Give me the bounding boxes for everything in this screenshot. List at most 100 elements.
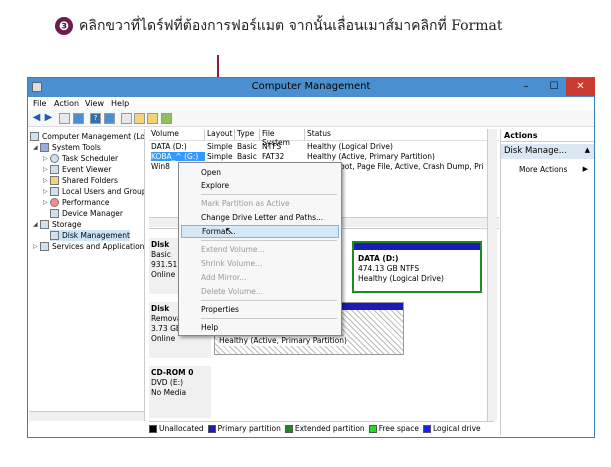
menu-item-explore[interactable]: Explore — [181, 179, 339, 192]
legend-item: Logical drive — [423, 424, 481, 433]
tree-label: Performance — [62, 198, 110, 207]
collapse-icon: ◢ — [33, 144, 38, 151]
tree-item-event-viewer[interactable]: ▷ Event Viewer — [43, 164, 111, 175]
tree-item-services[interactable]: ▷ Services and Applications — [33, 241, 145, 252]
open-icon[interactable] — [147, 113, 158, 124]
menu-item-extend-volume[interactable]: Extend Volume... — [181, 243, 339, 256]
legend-swatch — [423, 424, 431, 433]
tree-item-system-tools[interactable]: ◢ System Tools — [33, 142, 101, 153]
device-manager-icon — [50, 209, 59, 218]
tree-label: Task Scheduler — [62, 154, 119, 163]
legend-item: Extended partition — [284, 424, 365, 433]
storage-icon — [40, 220, 49, 229]
show-tree-icon[interactable] — [73, 113, 84, 124]
expand-icon: ▷ — [43, 166, 48, 173]
legend-label: Extended partition — [294, 424, 365, 433]
volume-status: Healthy (Active, Primary Partition) — [307, 152, 435, 161]
services-icon — [40, 242, 49, 251]
shared-folder-icon — [50, 176, 59, 185]
menu-item-mark-active[interactable]: Mark Partition as Active — [181, 197, 339, 210]
tree-item-performance[interactable]: ▷ Performance — [43, 197, 110, 208]
more-actions-link[interactable]: More Actions ▶ — [501, 162, 594, 177]
up-folder-icon[interactable] — [59, 113, 70, 124]
cdrom-header[interactable]: CD-ROM 0 DVD (E:) No Media — [149, 366, 211, 418]
col-layout[interactable]: Layout — [205, 129, 235, 141]
menu-item-properties[interactable]: Properties — [181, 303, 339, 316]
menu-item-delete-volume[interactable]: Delete Volume... — [181, 285, 339, 298]
help-icon[interactable]: ? — [90, 113, 101, 124]
menu-file[interactable]: File — [33, 99, 46, 108]
volume-type: Basic — [237, 152, 257, 161]
navigation-tree: Computer Management (Local ◢ System Tools… — [29, 129, 145, 421]
menu-bar: File Action View Help — [28, 97, 594, 110]
tree-item-disk-management[interactable]: Disk Management — [50, 230, 130, 241]
legend-item: Primary partition — [207, 424, 281, 433]
close-button[interactable]: ✕ — [566, 78, 595, 96]
tree-horizontal-scrollbar[interactable] — [29, 411, 144, 421]
expand-icon: ▷ — [43, 155, 48, 162]
refresh-icon[interactable] — [161, 113, 172, 124]
disk-name: Disk — [151, 240, 170, 249]
menu-item-add-mirror[interactable]: Add Mirror... — [181, 271, 339, 284]
window-title: Computer Management — [251, 81, 371, 92]
toolbar: ◀ ▶ ? — [28, 110, 594, 127]
volume-row[interactable]: DATA (D:) Simple Basic NTFS Healthy (Log… — [149, 142, 499, 152]
maximize-button[interactable]: ☐ — [540, 78, 568, 96]
tree-label: System Tools — [52, 143, 101, 152]
menu-help[interactable]: Help — [111, 99, 129, 108]
chevron-right-icon: ▶ — [582, 165, 588, 173]
volume-row[interactable]: KOBA_^ (G:) Simple Basic FAT32 Healthy (… — [149, 152, 499, 162]
view-icon[interactable] — [104, 113, 115, 124]
menu-item-change-drive-letter[interactable]: Change Drive Letter and Paths... — [181, 211, 339, 224]
tree-item-task-scheduler[interactable]: ▷ Task Scheduler — [43, 153, 118, 164]
menu-item-format[interactable]: Format... — [181, 225, 339, 238]
tree-label: Computer Management (Local — [42, 132, 145, 141]
instruction-text: คลิกขวาที่ไดร์ฟที่ต้องการฟอร์แมต จากนั้น… — [79, 18, 503, 34]
col-status[interactable]: Status — [305, 129, 499, 141]
tools-icon — [40, 143, 49, 152]
menu-separator — [201, 240, 337, 241]
col-type[interactable]: Type — [235, 129, 260, 141]
properties-icon[interactable] — [121, 113, 132, 124]
menu-item-shrink-volume[interactable]: Shrink Volume... — [181, 257, 339, 270]
tree-label: Local Users and Groups — [62, 187, 145, 196]
expand-icon: ▷ — [43, 188, 48, 195]
more-actions-label: More Actions — [519, 165, 568, 174]
expand-icon: ▷ — [43, 199, 48, 206]
tree-item-device-manager[interactable]: Device Manager — [50, 208, 123, 219]
menu-view[interactable]: View — [85, 99, 104, 108]
back-icon[interactable]: ◀ — [31, 113, 42, 124]
menu-separator — [201, 318, 337, 319]
performance-icon — [50, 198, 59, 207]
expand-icon: ▷ — [33, 243, 38, 250]
menu-item-help[interactable]: Help — [181, 321, 339, 334]
tree-item-storage[interactable]: ◢ Storage — [33, 219, 81, 230]
title-bar: Computer Management – ☐ ✕ — [28, 78, 595, 97]
actions-section-disk-management[interactable]: Disk Manage... ▲ — [501, 144, 594, 159]
volume-type: Basic — [237, 142, 257, 151]
actions-pane: Actions Disk Manage... ▲ More Actions ▶ — [500, 129, 594, 435]
col-volume[interactable]: Volume — [149, 129, 205, 141]
disk-pane-scrollbar[interactable] — [487, 129, 497, 421]
legend-swatch — [149, 424, 157, 433]
step-number-badge: ❸ — [55, 17, 73, 35]
volume-fs: FAT32 — [262, 152, 285, 161]
tree-label: Device Manager — [62, 209, 123, 218]
tree-item-root[interactable]: Computer Management (Local — [30, 131, 145, 142]
clock-icon — [50, 154, 59, 163]
volume-layout: Simple — [207, 142, 233, 151]
menu-action[interactable]: Action — [54, 99, 79, 108]
folder-icon[interactable] — [134, 113, 145, 124]
mouse-cursor-icon: ↖ — [225, 226, 234, 237]
tree-label: Services and Applications — [52, 242, 145, 251]
minimize-button[interactable]: – — [512, 78, 540, 96]
tree-item-shared-folders[interactable]: ▷ Shared Folders — [43, 175, 118, 186]
menu-item-open[interactable]: Open — [181, 166, 339, 179]
forward-icon[interactable]: ▶ — [43, 113, 54, 124]
disk-name: CD-ROM 0 — [151, 368, 194, 377]
partition-data-d[interactable]: DATA (D:) 474.13 GB NTFS Healthy (Logica… — [352, 241, 482, 293]
col-file-system[interactable]: File System — [260, 129, 305, 147]
tree-item-local-users[interactable]: ▷ Local Users and Groups — [43, 186, 145, 197]
disk-status: No Media — [151, 388, 187, 397]
computer-icon — [30, 132, 39, 141]
